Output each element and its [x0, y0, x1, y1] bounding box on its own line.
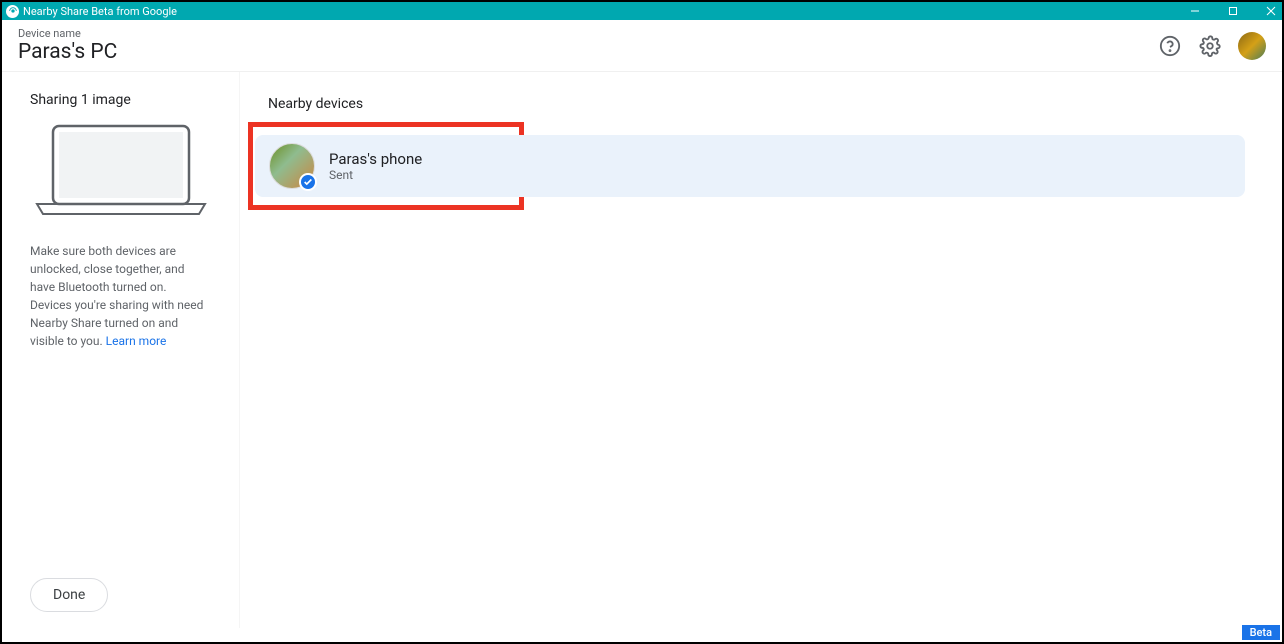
window-title: Nearby Share Beta from Google [23, 5, 177, 18]
app-icon [6, 5, 19, 18]
device-status: Sent [329, 168, 422, 182]
done-button[interactable]: Done [30, 578, 108, 612]
beta-badge: Beta [1242, 625, 1280, 640]
sent-check-icon [299, 173, 317, 191]
help-icon[interactable] [1158, 34, 1182, 58]
profile-avatar[interactable] [1238, 32, 1266, 60]
close-button[interactable] [1264, 4, 1278, 18]
maximize-button[interactable] [1226, 4, 1240, 18]
titlebar: Nearby Share Beta from Google [2, 2, 1282, 20]
minimize-button[interactable] [1188, 4, 1202, 18]
device-name-label: Paras's phone [329, 150, 422, 168]
help-text: Make sure both devices are unlocked, clo… [30, 242, 211, 350]
laptop-illustration [33, 122, 209, 222]
sidebar: Sharing 1 image Make sure both devices a… [2, 72, 240, 628]
nearby-devices-title: Nearby devices [268, 96, 1254, 112]
highlight-annotation: Paras's phone Sent [248, 122, 524, 210]
device-name: Paras's PC [18, 40, 117, 64]
learn-more-link[interactable]: Learn more [106, 334, 167, 348]
header: Device name Paras's PC [2, 20, 1282, 72]
device-row[interactable]: Paras's phone Sent [255, 135, 1245, 197]
main-content: Nearby devices Paras's phone Sent [240, 72, 1282, 628]
sharing-title: Sharing 1 image [30, 92, 211, 108]
device-name-label: Device name [18, 27, 117, 40]
settings-icon[interactable] [1198, 34, 1222, 58]
